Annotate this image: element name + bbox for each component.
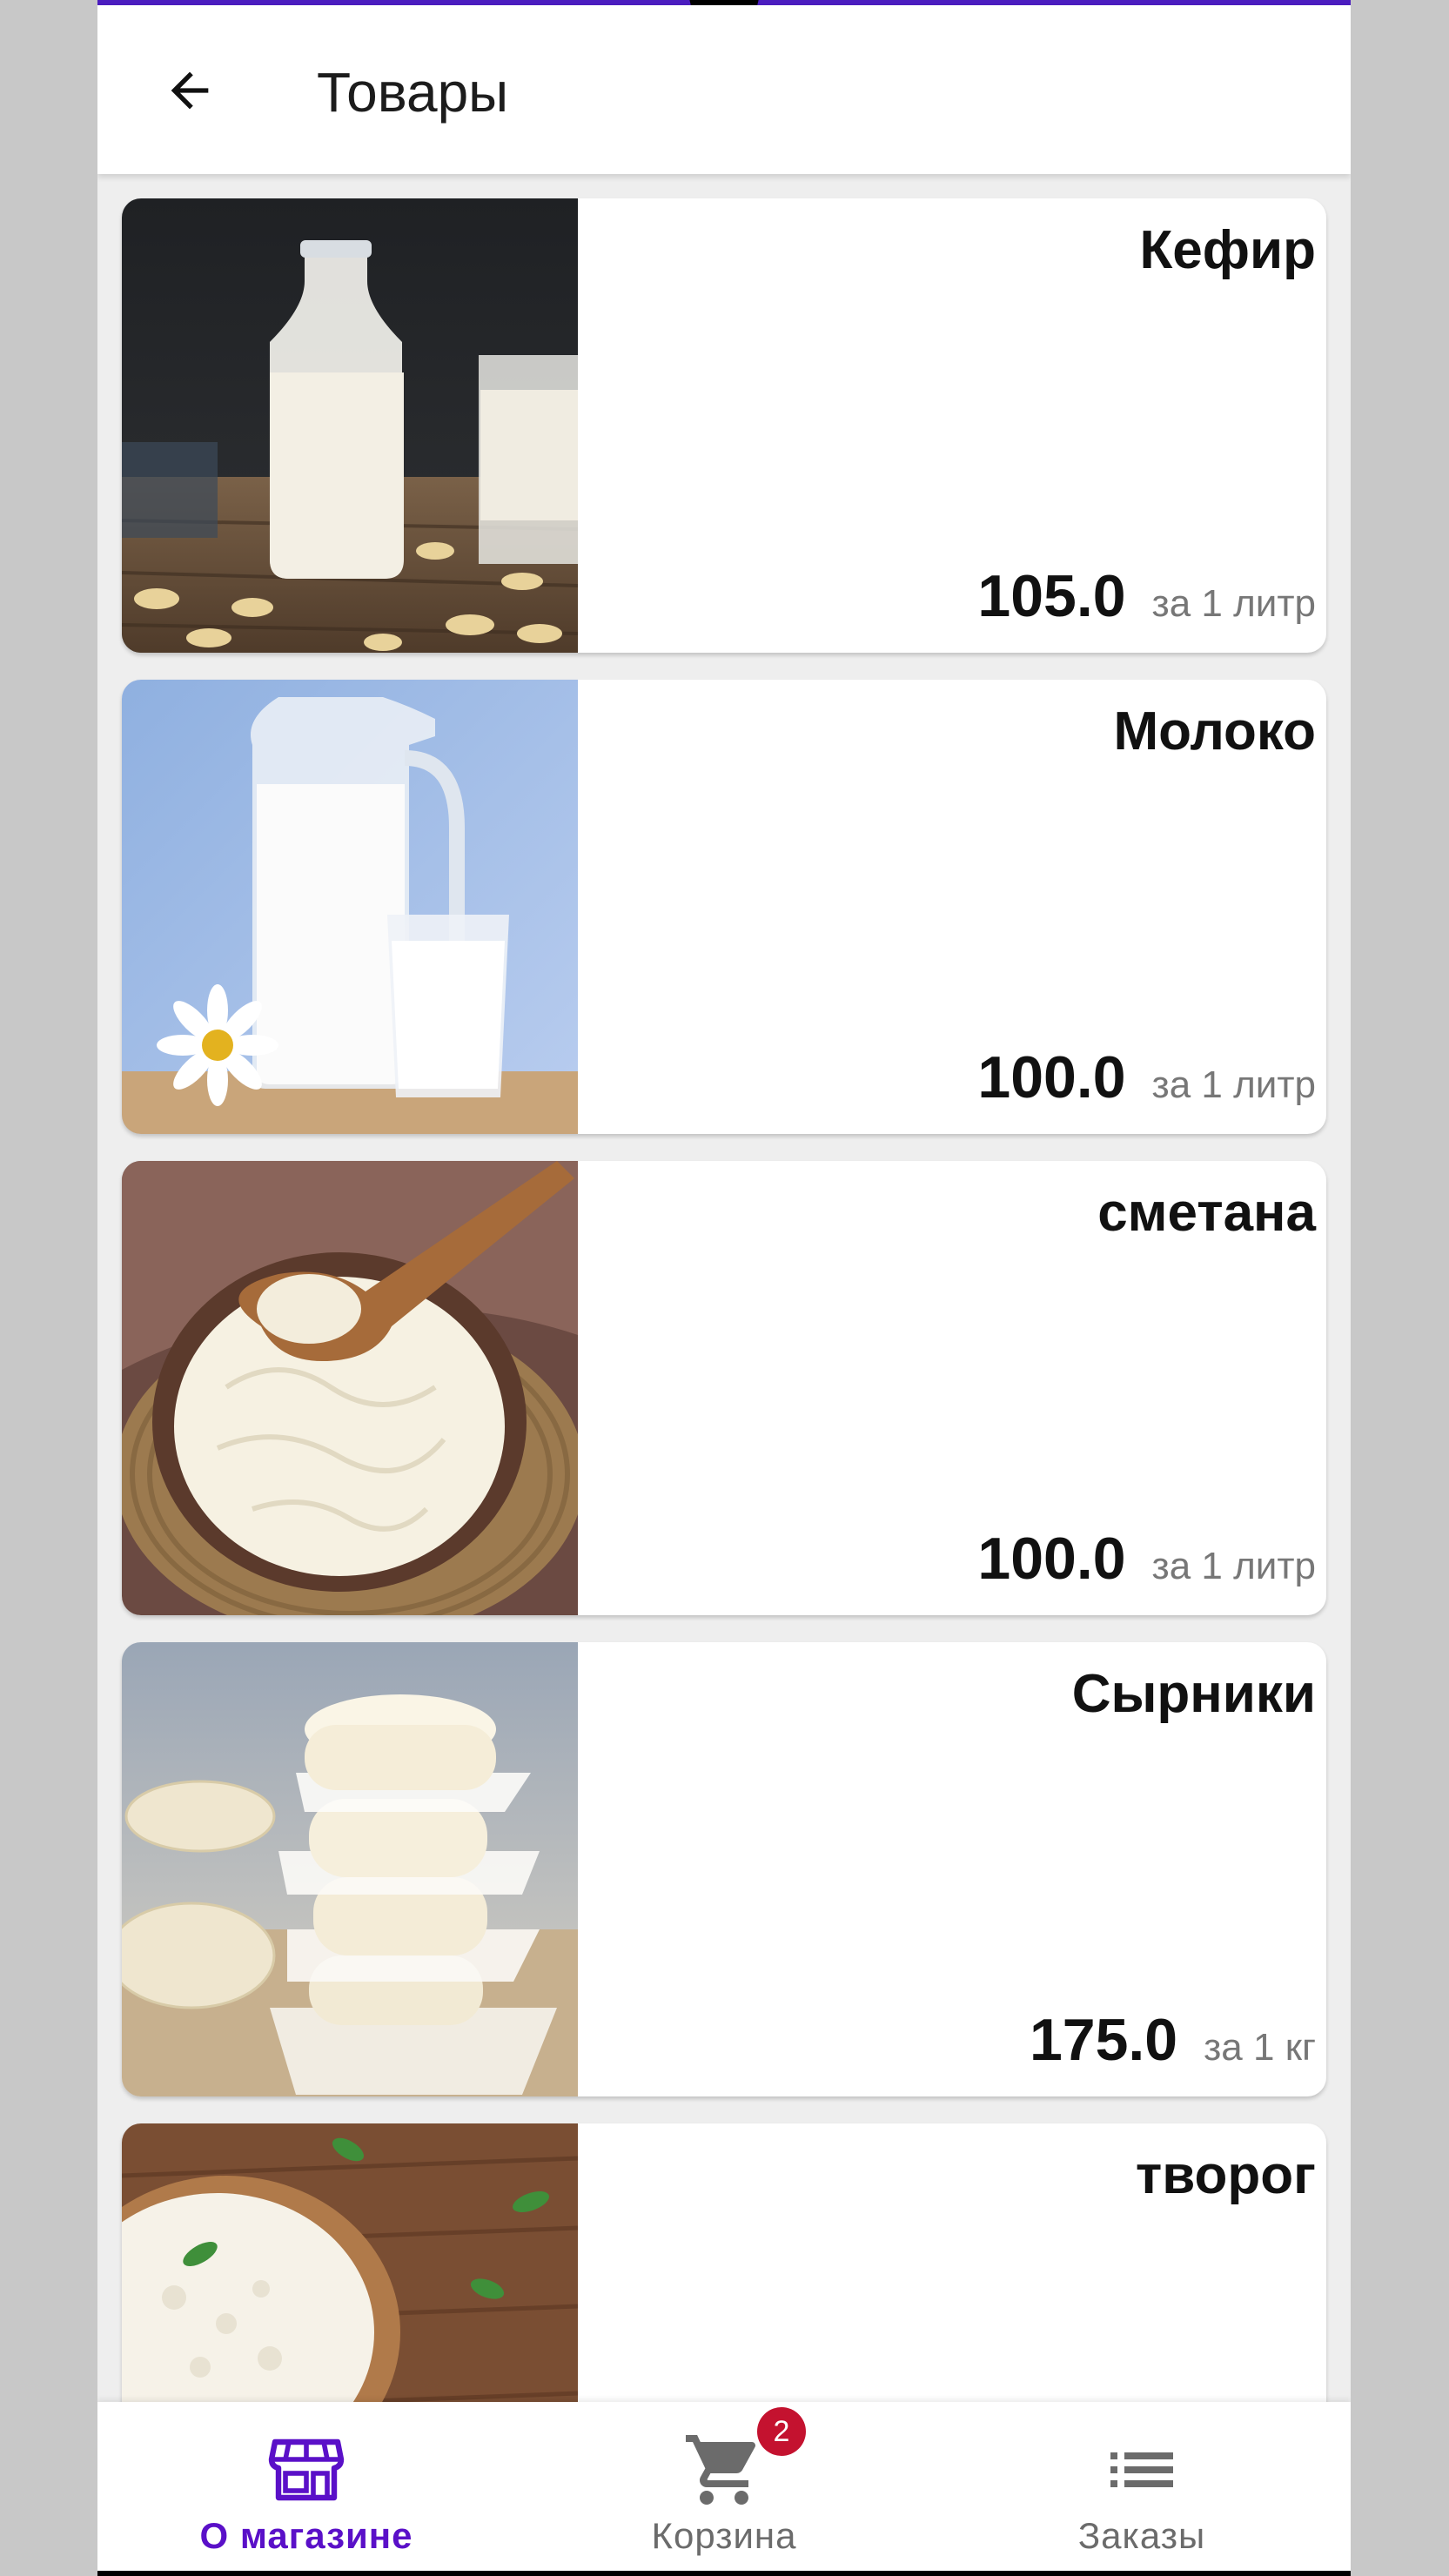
nav-label: О магазине: [199, 2515, 413, 2556]
product-unit: за 1 кг: [1204, 2026, 1316, 2069]
product-price: 175.0: [1029, 2007, 1178, 2073]
app-bar: Товары: [97, 5, 1351, 174]
product-image-moloko: [122, 680, 578, 1134]
product-image-tvorog: [122, 2123, 578, 2402]
product-image-smetana: [122, 1161, 578, 1615]
product-name: сметана: [1097, 1183, 1316, 1243]
system-nav-bar: [97, 2571, 1351, 2576]
storefront-icon: [268, 2438, 345, 2501]
product-card-syrniki[interactable]: Сырники 175.0 за 1 кг: [122, 1642, 1326, 2096]
product-card-smetana[interactable]: сметана 100.0 за 1 литр: [122, 1161, 1326, 1615]
price-row: 100.0 за 1 литр: [977, 1043, 1316, 1111]
product-card-moloko[interactable]: Молоко 100.0 за 1 литр: [122, 680, 1326, 1134]
cart-badge: 2: [757, 2407, 806, 2456]
product-unit: за 1 литр: [1151, 1063, 1316, 1106]
product-card-tvorog[interactable]: творог: [122, 2123, 1326, 2402]
product-image-kefir: [122, 198, 578, 653]
price-row: 175.0 за 1 кг: [1030, 2006, 1316, 2074]
product-card-kefir[interactable]: Кефир 105.0 за 1 литр: [122, 198, 1326, 653]
product-name: творог: [1135, 2145, 1316, 2205]
price-row: 100.0 за 1 литр: [977, 1525, 1316, 1593]
nav-item-orders[interactable]: Заказы: [933, 2402, 1351, 2576]
price-row: 105.0 за 1 литр: [977, 562, 1316, 630]
product-name: Молоко: [1113, 701, 1317, 761]
page-title: Товары: [317, 61, 509, 124]
product-name: Сырники: [1071, 1664, 1316, 1724]
phone-screen: Товары Кефир 105.0 за 1 литр Молоко 100.…: [97, 0, 1351, 2576]
product-image-syrniki: [122, 1642, 578, 2096]
bottom-navigation: О магазине 2 Корзина Заказы: [97, 2402, 1351, 2576]
arrow-left-icon: [171, 71, 209, 110]
nav-item-store[interactable]: О магазине: [97, 2402, 515, 2576]
product-name: Кефир: [1139, 220, 1316, 280]
product-unit: за 1 литр: [1151, 582, 1316, 625]
list-icon: [1110, 2452, 1173, 2487]
product-price: 100.0: [977, 1044, 1126, 1110]
product-price: 105.0: [977, 563, 1126, 629]
product-price: 100.0: [977, 1526, 1126, 1592]
nav-label: Корзина: [651, 2515, 797, 2556]
product-list[interactable]: Кефир 105.0 за 1 литр Молоко 100.0 за 1 …: [97, 174, 1351, 2402]
product-unit: за 1 литр: [1151, 1545, 1316, 1587]
cart-icon: [686, 2435, 756, 2505]
back-button[interactable]: [150, 50, 230, 131]
nav-label: Заказы: [1077, 2515, 1206, 2556]
nav-item-cart[interactable]: 2 Корзина: [515, 2402, 933, 2576]
